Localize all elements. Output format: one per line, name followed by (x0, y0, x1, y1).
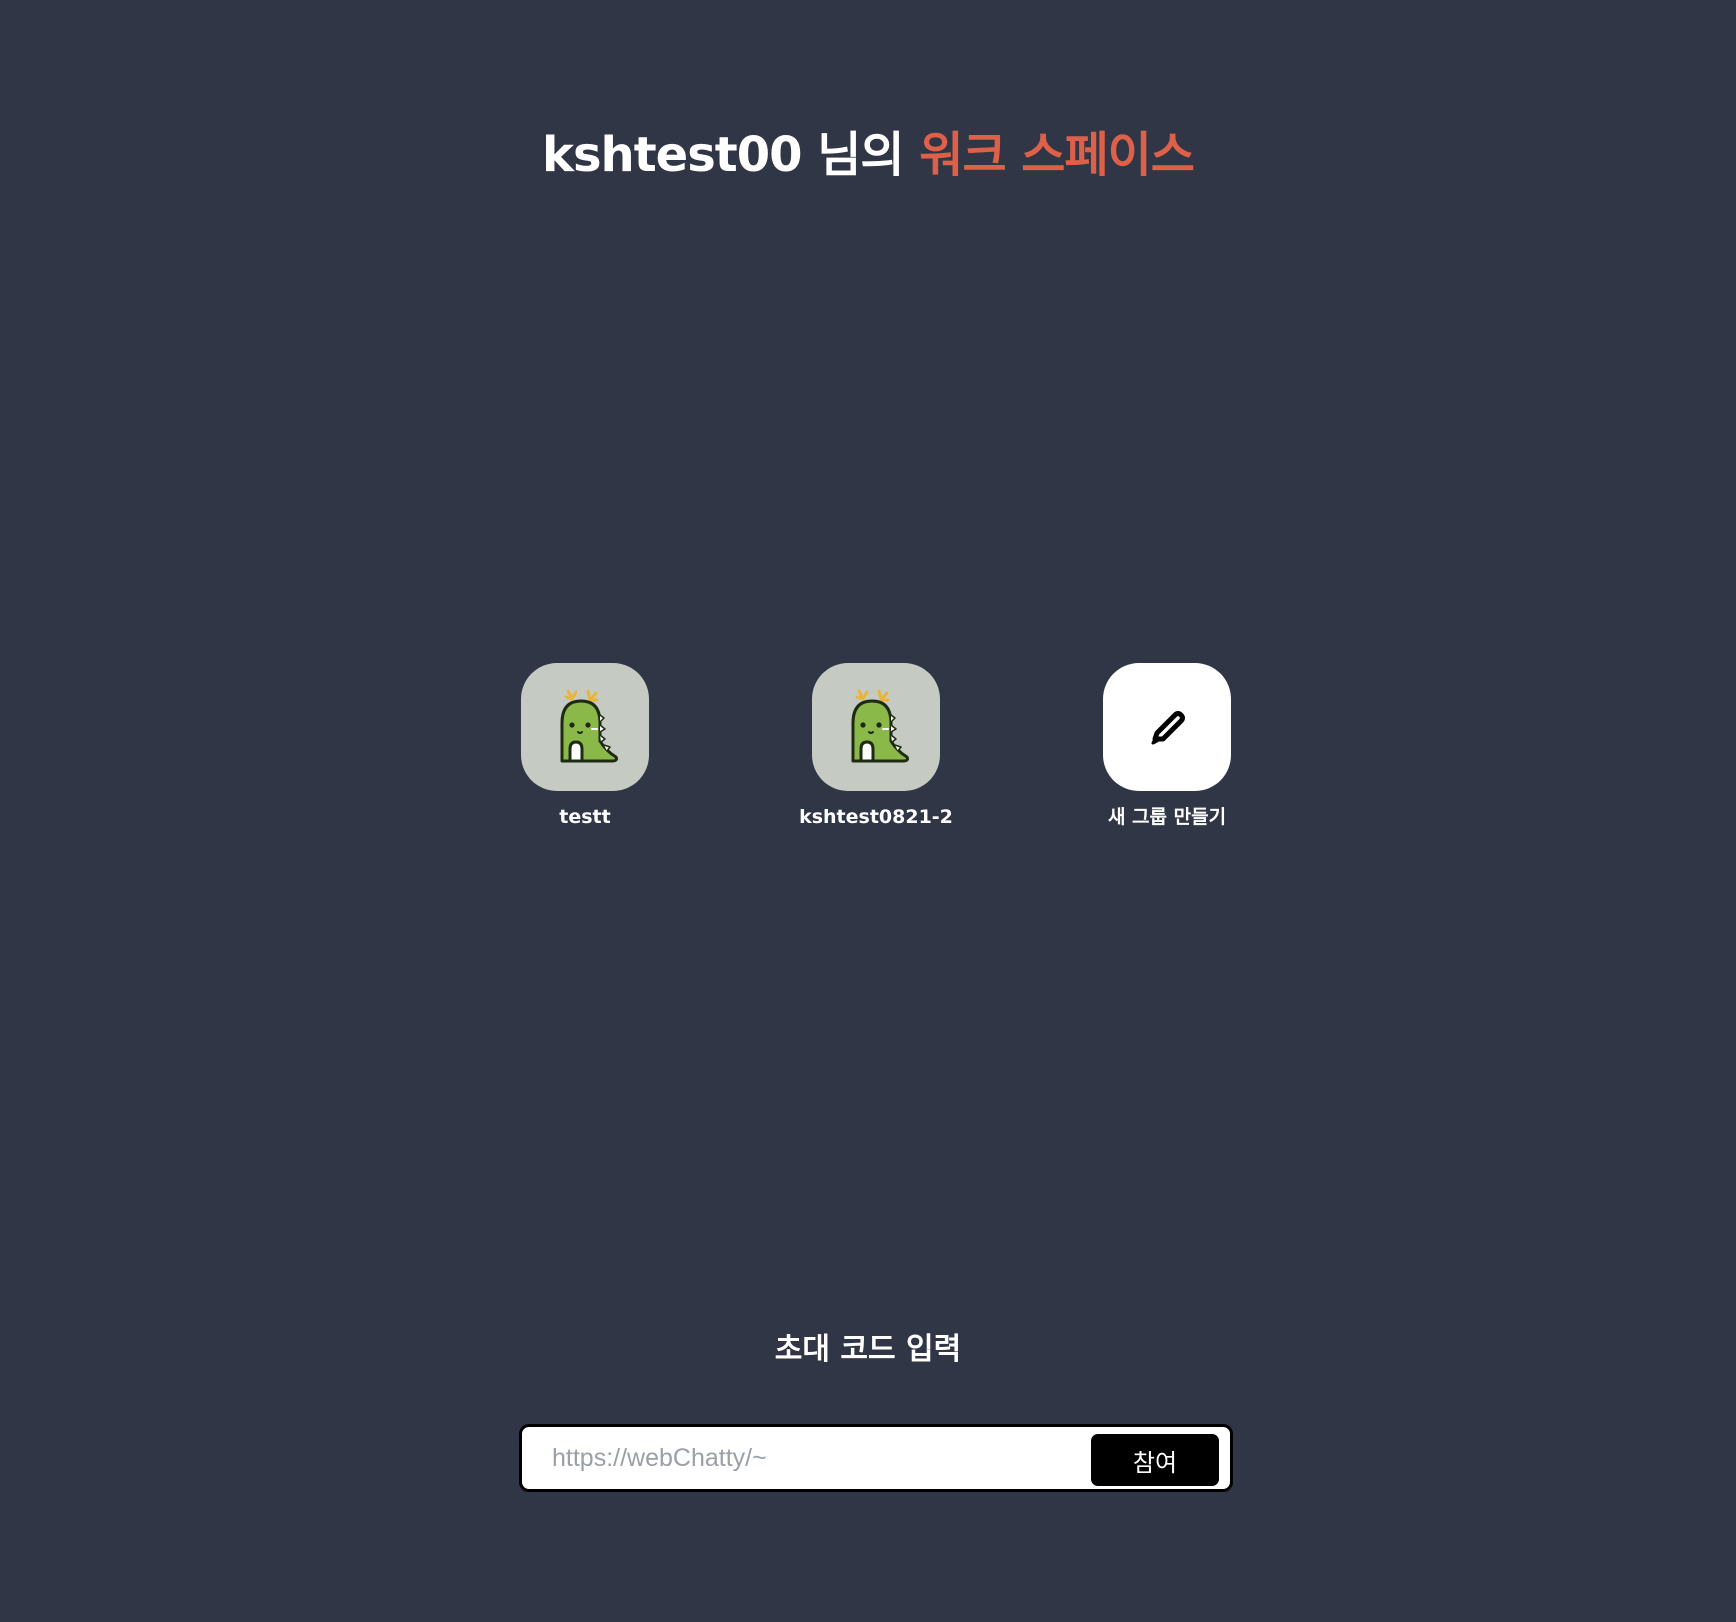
create-group-button[interactable]: 새 그룹 만들기 (1057, 663, 1277, 829)
join-button[interactable]: 참여 (1091, 1434, 1219, 1486)
group-label: kshtest0821-2 (799, 806, 953, 828)
group-avatar[interactable] (812, 663, 940, 791)
dinosaur-avatar-icon (560, 689, 618, 763)
invite-code-input[interactable] (552, 1427, 1082, 1489)
invite-code-form: 참여 (519, 1424, 1233, 1492)
group-label: 새 그룹 만들기 (1107, 806, 1227, 828)
group-card-testt[interactable]: testt (475, 663, 695, 829)
group-avatar[interactable] (521, 663, 649, 791)
pencil-icon (1151, 711, 1185, 745)
group-list: testt kshtest0821-2 새 그룹 만들기 (0, 663, 1736, 833)
page-title-accent: 워크 스페이스 (919, 127, 1195, 183)
invite-code-heading: 초대 코드 입력 (774, 1332, 962, 1367)
group-card-kshtest0821-2[interactable]: kshtest0821-2 (766, 663, 986, 829)
page-title-owner: kshtest00 님의 (542, 127, 905, 183)
group-label: testt (559, 806, 611, 828)
page-title: kshtest00 님의 워크 스페이스 (0, 126, 1736, 184)
dinosaur-avatar-icon (851, 689, 909, 763)
create-group-tile[interactable] (1103, 663, 1231, 791)
